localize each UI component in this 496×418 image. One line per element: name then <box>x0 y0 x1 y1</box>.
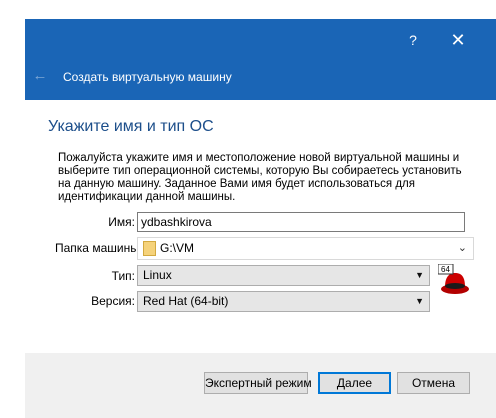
create-vm-dialog: ? ✕ ← Создать виртуальную машину Укажите… <box>25 19 496 418</box>
page-title: Укажите имя и тип ОС <box>48 118 214 135</box>
folder-icon <box>143 241 156 256</box>
back-arrow-icon[interactable]: ← <box>31 68 49 84</box>
next-button[interactable]: Далее <box>318 372 391 394</box>
name-label: Имя: <box>108 215 135 229</box>
type-label: Тип: <box>111 269 135 283</box>
cancel-button[interactable]: Отмена <box>397 372 470 394</box>
page-description: Пожалуйста укажите имя и местоположение … <box>58 152 462 203</box>
close-button[interactable]: ✕ <box>445 28 471 52</box>
os-icon-badge: 64 <box>441 265 450 274</box>
machine-folder-combobox[interactable]: G:\VM ⌄ <box>137 237 474 260</box>
dialog-titlebar: ? ✕ ← Создать виртуальную машину <box>25 19 496 100</box>
help-button[interactable]: ? <box>403 28 423 52</box>
os-version-select[interactable]: Red Hat (64-bit) ▼ <box>137 291 430 312</box>
dropdown-arrow-icon: ▼ <box>415 296 424 306</box>
expert-mode-button[interactable]: Экспертный режим <box>204 372 312 394</box>
background-area <box>0 0 25 418</box>
folder-label: Папка машины: <box>55 241 143 255</box>
version-label: Версия: <box>91 294 135 308</box>
os-version-value: Red Hat (64-bit) <box>143 294 229 308</box>
dropdown-arrow-icon: ▼ <box>415 270 424 280</box>
dialog-footer: Экспертный режим Далее Отмена <box>25 353 496 418</box>
name-input[interactable] <box>137 212 465 232</box>
redhat-64-icon: 64 <box>438 264 470 296</box>
os-type-select[interactable]: Linux ▼ <box>137 265 430 286</box>
wizard-title: Создать виртуальную машину <box>63 70 232 84</box>
wizard-page: Укажите имя и тип ОС Пожалуйста укажите … <box>25 100 496 353</box>
os-type-value: Linux <box>143 268 172 282</box>
chevron-down-icon[interactable]: ⌄ <box>458 240 467 257</box>
folder-path: G:\VM <box>160 241 195 255</box>
